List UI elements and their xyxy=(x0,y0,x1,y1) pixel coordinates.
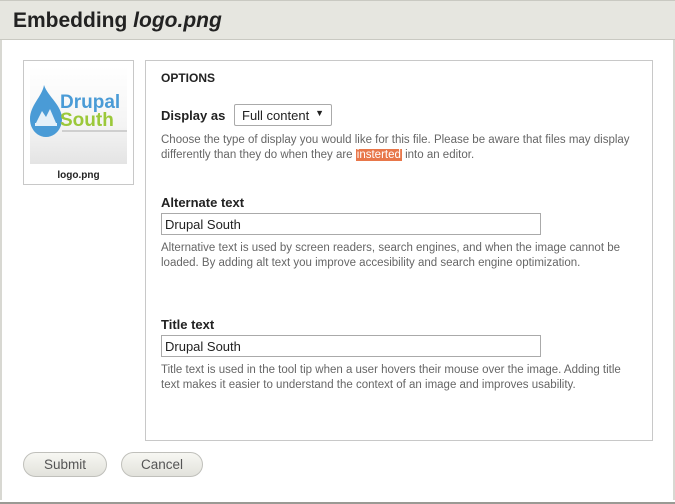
title-text-input[interactable] xyxy=(161,335,541,357)
display-as-selected: Full content xyxy=(242,108,310,123)
highlighted-word: insterted xyxy=(355,148,402,161)
display-desc-text-end: into an editor. xyxy=(401,148,475,161)
title-text-label: Title text xyxy=(161,317,215,332)
thumbnail-caption: logo.png xyxy=(57,170,100,181)
display-as-select[interactable]: Full content ▼ xyxy=(234,104,332,126)
dialog-titlebar: Embedding logo.png xyxy=(0,0,675,40)
alt-text-description: Alternative text is used by screen reade… xyxy=(161,242,620,269)
dropdown-arrow-icon: ▼ xyxy=(315,108,324,118)
logo-thumbnail: Drupal South xyxy=(30,67,127,164)
options-legend: OPTIONS xyxy=(161,71,216,85)
alt-text-input[interactable] xyxy=(161,213,541,235)
cancel-button[interactable]: Cancel xyxy=(121,452,203,477)
options-fieldset: OPTIONS Display as Full content ▼ Choose… xyxy=(145,60,653,441)
submit-button[interactable]: Submit xyxy=(23,452,107,477)
drupal-drop-logo-icon: Drupal South xyxy=(30,85,127,137)
dialog-title-filename: logo.png xyxy=(133,9,222,32)
display-as-description: Choose the type of display you would lik… xyxy=(161,133,631,162)
display-as-label: Display as xyxy=(161,108,226,123)
dialog-title-prefix: Embedding xyxy=(13,9,134,32)
title-text-description: Title text is used in the tool tip when … xyxy=(161,364,621,391)
alt-text-label: Alternate text xyxy=(161,195,245,210)
dialog-left-border xyxy=(0,40,2,500)
file-preview: Drupal South logo.png xyxy=(23,60,134,185)
logo-text-south: South xyxy=(60,110,114,131)
dialog-title: Embedding logo.png xyxy=(13,9,222,33)
